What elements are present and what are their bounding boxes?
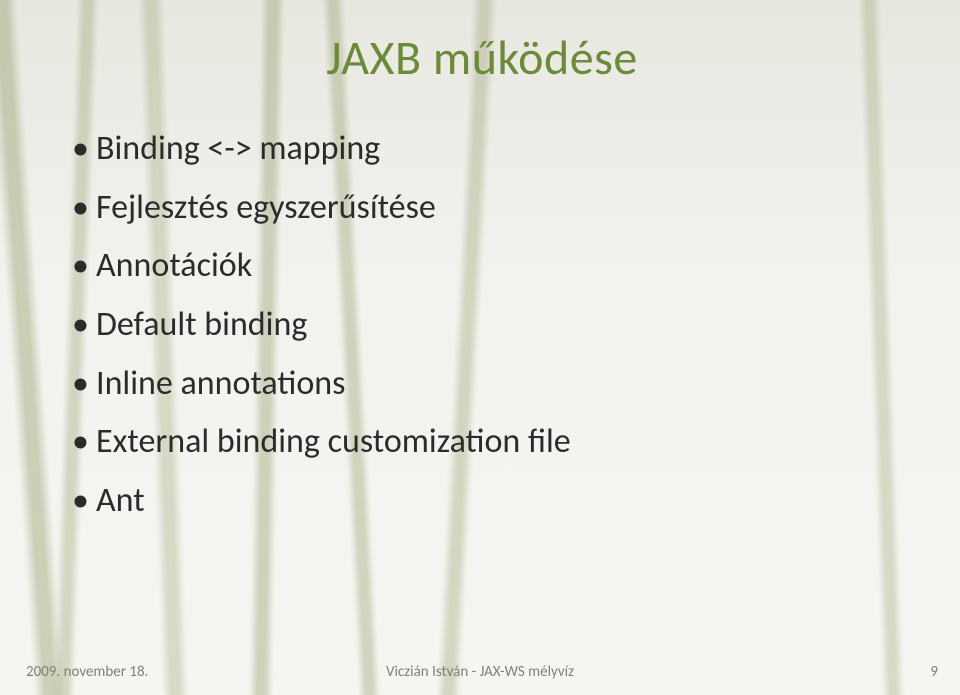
slide-title: JAXB működése (60, 28, 904, 87)
bullet-item: Inline annotations (68, 358, 904, 411)
footer-date: 2009. november 18. (26, 663, 148, 681)
slide-body: JAXB működése Binding <-> mapping Fejles… (0, 0, 960, 695)
bullet-item: Default binding (68, 299, 904, 352)
slide-footer: 2009. november 18. Viczián István - JAX-… (0, 663, 960, 681)
bullet-item: Binding <-> mapping (68, 123, 904, 176)
bullet-item: Annotációk (68, 240, 904, 293)
footer-author-title: Viczián István - JAX-WS mélyvíz (386, 663, 574, 681)
bullet-item: Fejlesztés egyszerűsítése (68, 182, 904, 235)
footer-page-number: 9 (930, 663, 938, 681)
bullet-item: External binding customization file (68, 416, 904, 469)
bullet-list: Binding <-> mapping Fejlesztés egyszerűs… (68, 123, 904, 528)
bullet-item: Ant (68, 475, 904, 528)
